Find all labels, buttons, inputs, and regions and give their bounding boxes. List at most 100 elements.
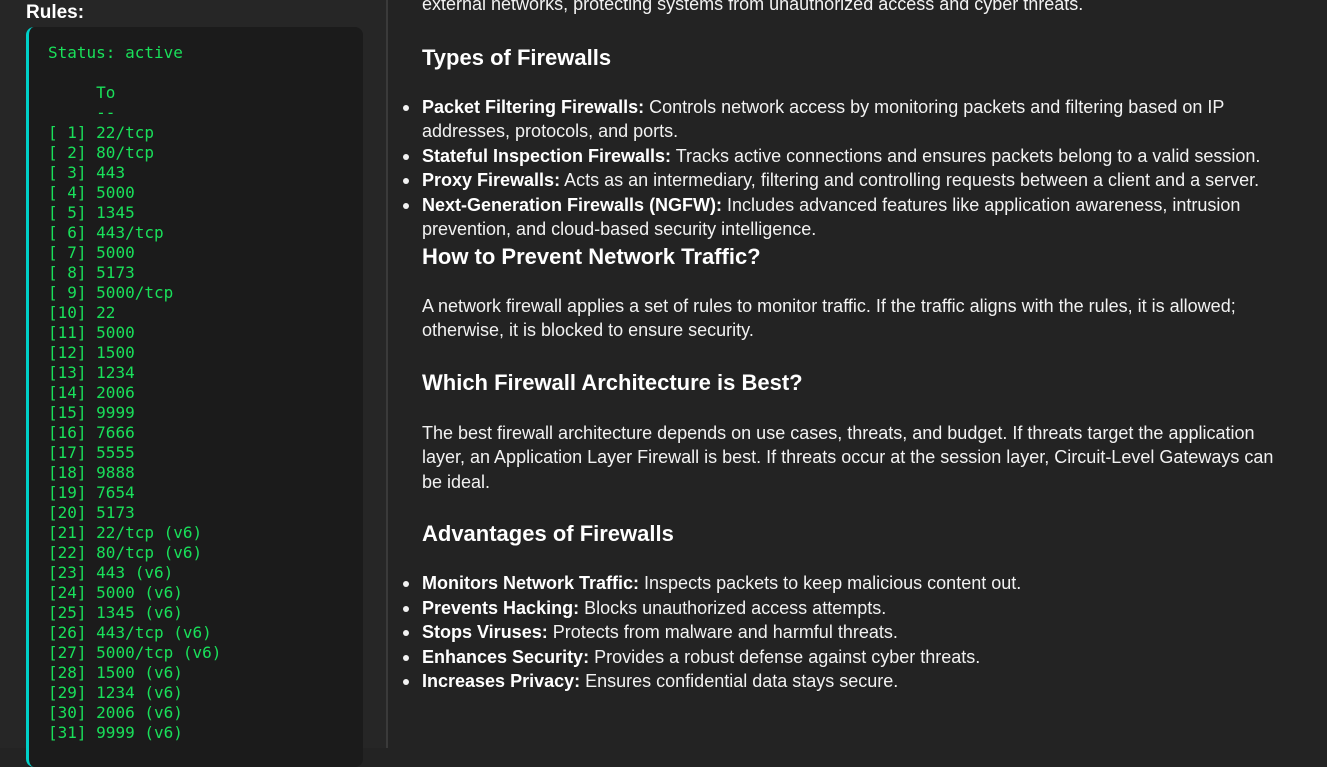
rule-row: [28] 1500 (v6) xyxy=(48,663,221,683)
rule-number: [10] xyxy=(48,303,87,322)
rule-row: [ 8] 5173 xyxy=(48,263,221,283)
rule-to: 5173 xyxy=(96,503,135,522)
prevent-heading: How to Prevent Network Traffic? xyxy=(422,243,761,269)
rule-to: 5000 (v6) xyxy=(96,583,183,602)
rule-to: 2006 xyxy=(96,383,135,402)
rule-to: 7654 xyxy=(96,483,135,502)
list-item-term: Stops Viruses: xyxy=(422,622,548,642)
rule-to: 443/tcp (v6) xyxy=(96,623,212,642)
rule-row: [24] 5000 (v6) xyxy=(48,583,221,603)
rule-number: [ 2] xyxy=(48,143,87,162)
list-item-term: Increases Privacy: xyxy=(422,671,581,691)
rule-to: 22/tcp (v6) xyxy=(96,523,203,542)
rule-number: [23] xyxy=(48,563,87,582)
rule-number: [ 1] xyxy=(48,123,87,142)
list-item: Proxy Firewalls: Acts as an intermediary… xyxy=(403,168,1282,193)
list-item: Prevents Hacking: Blocks unauthorized ac… xyxy=(403,596,1282,621)
types-heading: Types of Firewalls xyxy=(422,44,612,70)
rule-to: 1500 xyxy=(96,343,135,362)
rule-row: [10] 22 xyxy=(48,303,221,323)
advantages-list: Monitors Network Traffic: Inspects packe… xyxy=(403,571,1282,694)
list-item: Stops Viruses: Protects from malware and… xyxy=(403,620,1282,645)
rule-number: [ 9] xyxy=(48,283,87,302)
rule-row: [29] 1234 (v6) xyxy=(48,683,221,703)
list-item: Stateful Inspection Firewalls: Tracks ac… xyxy=(403,144,1282,169)
rule-to: 22 xyxy=(96,303,116,322)
list-item-term: Packet Filtering Firewalls: xyxy=(422,96,645,117)
rule-to: 7666 xyxy=(96,423,135,442)
rule-row: [25] 1345 (v6) xyxy=(48,603,221,623)
rule-number: [18] xyxy=(48,463,87,482)
rule-to: 5173 xyxy=(96,263,135,282)
rule-number: [15] xyxy=(48,403,87,422)
rule-to: 9999 (v6) xyxy=(96,723,183,742)
rule-row: [11] 5000 xyxy=(48,323,221,343)
list-item: Next-Generation Firewalls (NGFW): Includ… xyxy=(403,193,1282,242)
rule-row: [19] 7654 xyxy=(48,483,221,503)
rule-row: [26] 443/tcp (v6) xyxy=(48,623,221,643)
rule-to: 5000 xyxy=(96,323,135,342)
rule-to: 5000/tcp xyxy=(96,283,174,302)
rule-number: [ 8] xyxy=(48,263,87,282)
list-item-term: Monitors Network Traffic: xyxy=(422,573,640,593)
prevent-paragraph: A network firewall applies a set of rule… xyxy=(422,295,1236,341)
rule-number: [30] xyxy=(48,703,87,722)
rule-row: [ 2] 80/tcp xyxy=(48,143,221,163)
rule-to: 5000 xyxy=(96,243,135,262)
rule-row: [14] 2006 xyxy=(48,383,221,403)
list-item-desc: Inspects packets to keep malicious conte… xyxy=(639,573,1022,593)
rule-row: [16] 7666 xyxy=(48,423,221,443)
rule-row: [15] 9999 xyxy=(48,403,221,423)
rule-number: [ 4] xyxy=(48,183,87,202)
rule-number: [26] xyxy=(48,623,87,642)
rule-row: [ 6] 443/tcp xyxy=(48,223,221,243)
rule-number: [27] xyxy=(48,643,87,662)
rule-number: [16] xyxy=(48,423,87,442)
list-item-desc: Ensures confidential data stays secure. xyxy=(580,671,899,691)
rules-list: [ 1] 22/tcp[ 2] 80/tcp[ 3] 443[ 4] 5000[… xyxy=(48,123,221,743)
rule-row: [22] 80/tcp (v6) xyxy=(48,543,221,563)
list-item-term: Enhances Security: xyxy=(422,646,590,667)
rule-to: 1234 (v6) xyxy=(96,683,183,702)
list-item-desc: Protects from malware and harmful threat… xyxy=(547,622,898,642)
rule-to: 5000 xyxy=(96,183,135,202)
list-item: Monitors Network Traffic: Inspects packe… xyxy=(403,571,1282,596)
rule-to: 80/tcp (v6) xyxy=(96,543,203,562)
rule-to: 22/tcp xyxy=(96,123,154,142)
rule-row: [17] 5555 xyxy=(48,443,221,463)
rule-number: [ 6] xyxy=(48,223,87,242)
list-item-term: Proxy Firewalls: xyxy=(422,170,561,190)
list-item-desc: Provides a robust defense against cyber … xyxy=(589,646,981,667)
rule-row: [ 5] 1345 xyxy=(48,203,221,223)
rule-row: [31] 9999 (v6) xyxy=(48,723,221,743)
rule-row: [20] 5173 xyxy=(48,503,221,523)
main-content: external networks, protecting systems fr… xyxy=(390,0,1327,748)
rules-column-header: To xyxy=(48,83,116,102)
rule-number: [21] xyxy=(48,523,87,542)
rule-row: [27] 5000/tcp (v6) xyxy=(48,643,221,663)
rule-row: [ 4] 5000 xyxy=(48,183,221,203)
rules-heading: Rules: xyxy=(26,2,85,23)
rule-row: [ 3] 443 xyxy=(48,163,221,183)
rule-row: [12] 1500 xyxy=(48,343,221,363)
rule-number: [28] xyxy=(48,663,87,682)
rule-to: 5555 xyxy=(96,443,135,462)
advantages-heading: Advantages of Firewalls xyxy=(422,521,674,546)
rule-number: [19] xyxy=(48,483,87,502)
rule-to: 5000/tcp (v6) xyxy=(96,643,222,662)
list-item: Enhances Security: Provides a robust def… xyxy=(403,645,1282,670)
rule-to: 9888 xyxy=(96,463,135,482)
rules-sidebar: Rules: Status: active To --[ 1] 22/tcp[ … xyxy=(0,0,388,767)
list-item-desc: Tracks active connections and ensures pa… xyxy=(671,145,1261,166)
rule-to: 1345 (v6) xyxy=(96,603,183,622)
rule-row: [ 7] 5000 xyxy=(48,243,221,263)
intro-paragraph: external networks, protecting systems fr… xyxy=(422,0,1084,14)
list-item: Packet Filtering Firewalls: Controls net… xyxy=(403,95,1282,144)
rule-number: [17] xyxy=(48,443,87,462)
rule-number: [14] xyxy=(48,383,87,402)
rules-column-rule: -- xyxy=(48,103,116,122)
list-item: Increases Privacy: Ensures confidential … xyxy=(403,669,1282,694)
types-list: Packet Filtering Firewalls: Controls net… xyxy=(403,95,1282,242)
rule-number: [ 3] xyxy=(48,163,87,182)
rule-to: 1345 xyxy=(96,203,135,222)
